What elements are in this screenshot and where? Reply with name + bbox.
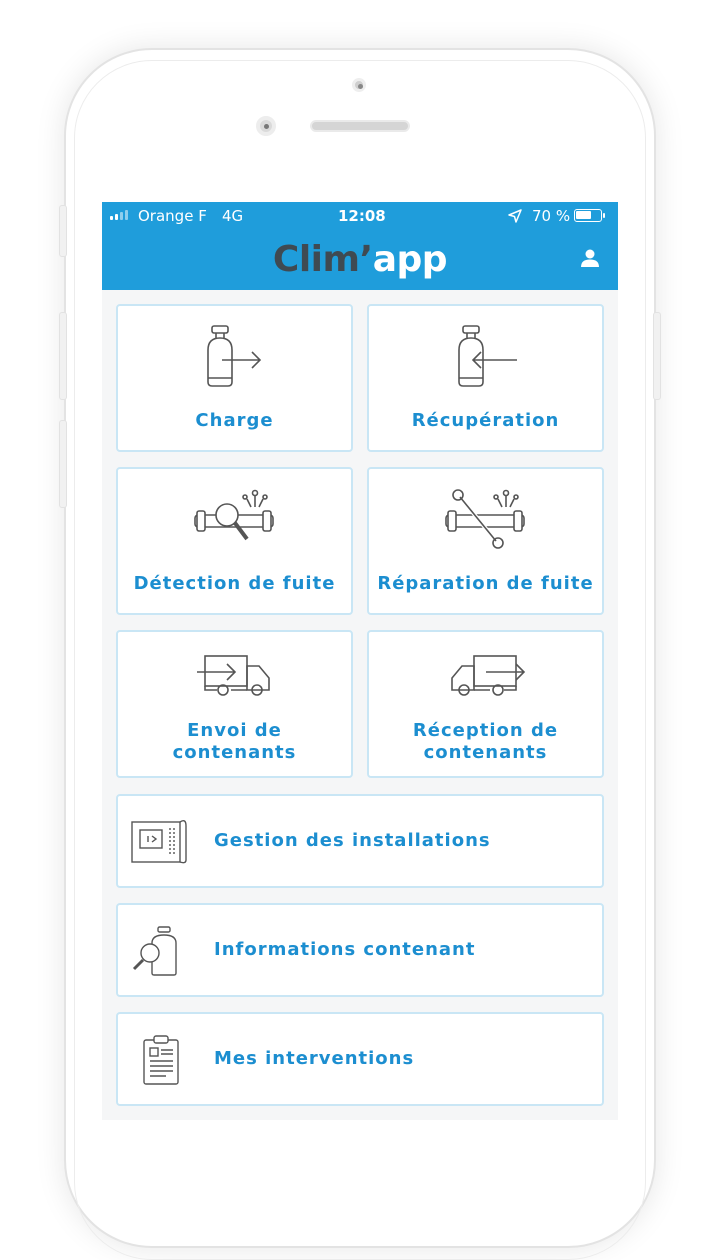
phone-mute-switch [59,205,67,257]
envoi-contenants-tile[interactable]: Envoi de contenants [116,630,353,778]
mes-interventions-label: Mes interventions [214,1048,415,1069]
user-icon[interactable] [580,248,600,268]
detection-fuite-label: Détection de fuite [133,573,336,594]
leak-detection-icon [193,489,274,541]
clipboard-icon [143,1035,179,1085]
phone-volume-up [59,312,67,400]
reception-label-line1: Réception de [412,720,559,741]
informations-contenant-label: Informations contenant [214,939,476,960]
reparation-fuite-tile[interactable]: Réparation de fuite [367,467,604,615]
charge-tile[interactable]: Charge [116,304,353,452]
bottle-out-icon [206,325,261,387]
mes-interventions-row[interactable]: Mes interventions [116,1012,604,1106]
bottle-search-icon [132,926,177,976]
reception-label-line2: contenants [423,742,548,763]
location-arrow-icon [508,209,522,223]
envoi-contenants-label: Envoi de contenants [118,720,351,764]
network-type: 4G [222,207,244,225]
app-header: Orange F 4G 12:08 70 % Clim’app [102,202,618,290]
truck-receive-icon [450,655,525,696]
leak-repair-icon [444,489,525,549]
battery-icon [574,209,605,222]
recuperation-label: Récupération [411,410,560,431]
bottle-in-icon [457,325,517,387]
envoi-label-line2: contenants [172,742,297,763]
gestion-installations-row[interactable]: Gestion des installations [116,794,604,888]
signal-icon [110,210,128,220]
battery-percent: 70 % [532,207,571,225]
phone-power-button [653,312,661,400]
gestion-installations-label: Gestion des installations [214,830,491,851]
envoi-label-line1: Envoi de [187,720,282,741]
app-logo: Clim’app [102,238,618,282]
reparation-fuite-label: Réparation de fuite [377,573,594,594]
installation-plan-icon [131,819,187,864]
logo-text-app: app [372,239,448,280]
app-screen: Orange F 4G 12:08 70 % Clim’app Charge R… [102,202,618,1120]
truck-send-icon [196,655,270,696]
earpiece-speaker [310,120,410,132]
front-camera [256,116,276,136]
charge-label: Charge [195,410,274,431]
informations-contenant-row[interactable]: Informations contenant [116,903,604,997]
status-time: 12:08 [338,207,386,225]
reception-contenants-label: Réception de contenants [369,720,602,764]
detection-fuite-tile[interactable]: Détection de fuite [116,467,353,615]
phone-volume-down [59,420,67,508]
proximity-sensor [352,78,366,92]
carrier-name: Orange F [138,207,207,225]
recuperation-tile[interactable]: Récupération [367,304,604,452]
reception-contenants-tile[interactable]: Réception de contenants [367,630,604,778]
status-bar: Orange F 4G 12:08 70 % [102,202,618,230]
logo-text-clim: Clim’ [272,239,373,280]
